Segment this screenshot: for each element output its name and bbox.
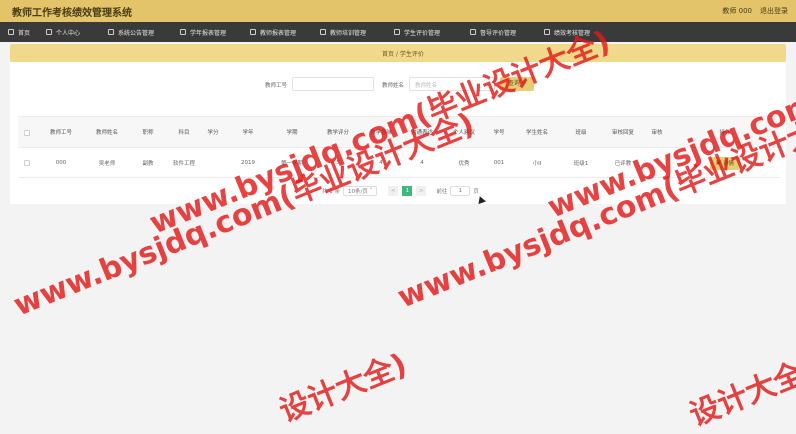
detail-button[interactable]: ▣ 详情 [710, 156, 740, 170]
table-cell: 2019 [241, 160, 255, 166]
column-header: 学分 [207, 130, 219, 136]
column-header: 学号 [493, 130, 505, 136]
current-user: 教师 000 [722, 7, 752, 15]
action-cell: ▣ 详情 [670, 148, 780, 178]
nav-item-home[interactable]: 首页 [0, 22, 38, 42]
column-header: 学年 [242, 130, 254, 136]
column-header: 沟通表达 [410, 130, 433, 136]
breadcrumb: 首页 / 学生评价 [382, 51, 424, 58]
table-cell: 小II [532, 161, 542, 167]
column-header: 教学趣味 [369, 130, 392, 136]
send-icon [250, 29, 256, 35]
teacher-name-label: 教师姓名 [382, 83, 405, 89]
nav-label: 教师培训管理 [330, 29, 367, 37]
goto-label: 前往 [436, 189, 448, 195]
nav-label: 学生评价管理 [404, 29, 441, 37]
main-panel: 教师工号 教师姓名 教师姓名 查询 ⚲ 教师工号 教师姓名 职称 科目 学分 学… [10, 62, 786, 204]
table-cell: 5 [336, 160, 340, 166]
detail-button-label: 详情 [722, 161, 734, 167]
column-header: 审核 [651, 130, 663, 136]
nav-label: 教师报表管理 [260, 29, 297, 37]
nav-item-teacher-reports[interactable]: 教师报表管理 [242, 22, 312, 42]
table-row: 000 吴老师 副教 软件工程 2019 第一学期 5 4 4 优秀 001 小… [18, 148, 780, 178]
table-cell: 优秀 [458, 161, 470, 167]
nav-label: 首页 [17, 29, 30, 37]
table-cell: 软件工程 [172, 161, 195, 167]
search-button[interactable]: 查询 ⚲ [500, 77, 534, 91]
user-icon [46, 29, 52, 35]
table-cell: 班级1 [573, 161, 589, 167]
select-all-checkbox[interactable] [24, 130, 30, 136]
nav-item-profile[interactable]: 个人中心 [38, 22, 100, 42]
detail-icon: ▣ [716, 160, 723, 166]
watermark: 设计大全) [684, 350, 796, 434]
table-cell: 吴老师 [98, 161, 116, 167]
nav-item-training[interactable]: 教师培训管理 [312, 22, 386, 42]
column-header: 班级 [575, 130, 587, 136]
chart-icon [544, 29, 550, 35]
nav-item-supervisor-evaluation[interactable]: 督导评价管理 [462, 22, 536, 42]
main-nav: 首页 个人中心 系统公告管理 学年报表管理 教师报表管理 教师培训管理 学生评价… [0, 22, 796, 42]
app-title: 教师工作考核绩效管理系统 [12, 8, 132, 19]
chevron-down-icon: ˅ [369, 188, 373, 194]
report-icon [180, 29, 186, 35]
nav-item-performance[interactable]: 绩效考核管理 [536, 22, 608, 42]
column-header: 个人建议 [452, 130, 475, 136]
row-checkbox[interactable] [24, 160, 30, 166]
next-page-button[interactable]: > [416, 186, 427, 196]
home-icon [8, 29, 14, 35]
column-header: 职称 [142, 130, 154, 136]
select-all-cell [18, 117, 36, 149]
column-header: 教师工号 [49, 130, 72, 136]
nav-label: 个人中心 [56, 29, 81, 37]
column-header: 操作 [719, 130, 731, 136]
document-icon [470, 29, 476, 35]
current-page[interactable]: 1 [402, 186, 413, 196]
table-cell: 000 [55, 160, 67, 166]
page-size-value: 10条/页 [348, 189, 368, 195]
top-bar: 教师工作考核绩效管理系统 教师 000 退出登录 [0, 0, 796, 22]
evaluation-icon [394, 29, 400, 35]
nav-label: 绩效考核管理 [554, 29, 591, 37]
table-cell [200, 148, 226, 178]
goto-page-input[interactable]: 1 [450, 186, 471, 196]
prev-page-button[interactable]: < [388, 186, 399, 196]
nav-label: 学年报表管理 [190, 29, 227, 37]
notice-icon [108, 29, 114, 35]
breadcrumb-bar: 首页 / 学生评价 [10, 44, 786, 62]
nav-label: 督导评价管理 [480, 29, 517, 37]
column-header: 教师姓名 [95, 130, 118, 136]
table-cell: 4 [420, 160, 424, 166]
search-button-label: 查询 [507, 80, 520, 87]
table-cell: 副教 [142, 161, 154, 167]
column-header: 教学评分 [326, 130, 349, 136]
row-select-cell [18, 148, 36, 178]
nav-item-student-evaluation[interactable]: 学生评价管理 [386, 22, 462, 42]
column-header: 科目 [178, 130, 190, 136]
watermark: 设计大全) [274, 346, 412, 430]
table-cell: 001 [493, 160, 505, 166]
page-size-select[interactable]: 10条/页 ˅ [343, 186, 378, 196]
page-suffix: 页 [473, 189, 479, 195]
teacher-id-label: 教师工号 [265, 83, 288, 89]
table-header: 教师工号 教师姓名 职称 科目 学分 学年 学期 教学评分 教学趣味 沟通表达 … [18, 116, 780, 148]
nav-item-announcements[interactable]: 系统公告管理 [100, 22, 172, 42]
logout-link[interactable]: 退出登录 [760, 6, 788, 16]
column-header: 审核回复 [611, 130, 634, 136]
nav-item-year-reports[interactable]: 学年报表管理 [172, 22, 242, 42]
training-icon [320, 29, 326, 35]
table-cell: 已评教 [614, 161, 632, 167]
nav-label: 系统公告管理 [118, 29, 155, 37]
column-header: 学生姓名 [525, 130, 548, 136]
pagination-total: 共 1 条 [322, 189, 340, 195]
teacher-name-input[interactable]: 教师姓名 [409, 77, 495, 91]
teacher-id-input[interactable] [292, 77, 374, 91]
search-icon: ⚲ [521, 80, 527, 87]
table-cell: 4 [379, 160, 383, 166]
pagination: 共 1 条 10条/页 ˅ < 1 > 前往 1 页 [322, 185, 479, 197]
column-header: 学期 [286, 130, 298, 136]
table-cell [644, 148, 670, 178]
table-cell: 第一学期 [280, 161, 303, 167]
